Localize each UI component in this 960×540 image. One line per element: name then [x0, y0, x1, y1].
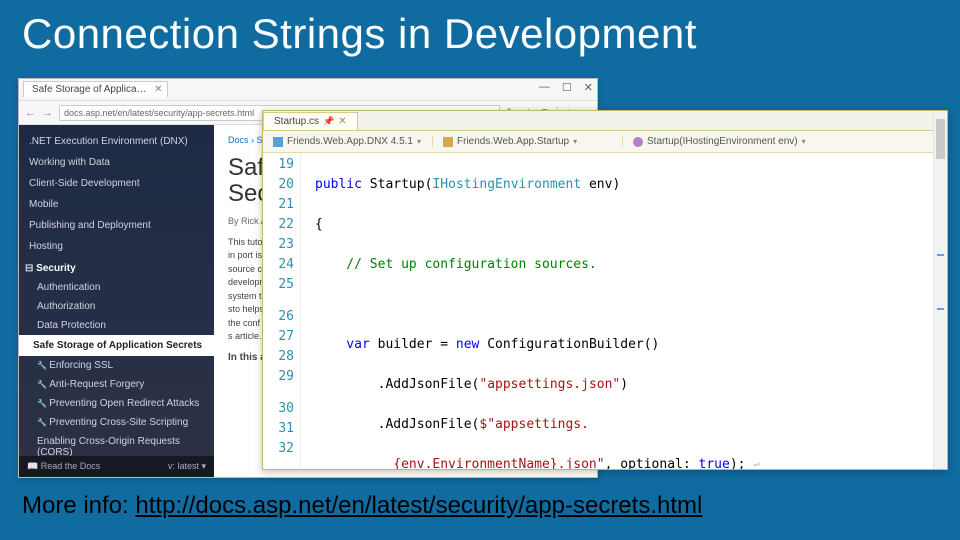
vs-tab-startup[interactable]: Startup.cs 📌 ✕ [263, 112, 358, 130]
tab-close-icon[interactable]: ✕ [154, 84, 162, 95]
code-body[interactable]: public Startup(IHostingEnvironment env) … [301, 153, 947, 469]
browser-titlebar: Safe Storage of Applica… ✕ — ☐ ✕ [19, 79, 597, 101]
sidebar-item[interactable]: Preventing Open Redirect Attacks [19, 394, 214, 413]
sidebar-item[interactable]: Mobile [19, 194, 214, 215]
scrollbar-mark [937, 308, 944, 310]
sidebar-item[interactable]: Client-Side Development [19, 173, 214, 194]
version-selector[interactable]: v: latest ▾ [168, 461, 206, 472]
sidebar-section-security[interactable]: Security [19, 257, 214, 278]
tab-close-icon[interactable]: ✕ [338, 116, 346, 127]
pin-icon[interactable]: 📌 [323, 116, 334, 127]
sidebar-item-auth[interactable]: Authentication [19, 278, 214, 297]
read-the-docs-label[interactable]: 📖 Read the Docs [27, 461, 100, 472]
browser-tab[interactable]: Safe Storage of Applica… ✕ [23, 81, 168, 97]
sidebar-item[interactable]: Working with Data [19, 152, 214, 173]
window-minimize-icon[interactable]: — [539, 81, 550, 94]
sidebar-item[interactable]: Hosting [19, 236, 214, 257]
sidebar-item[interactable]: Enforcing SSL [19, 356, 214, 375]
sidebar-item[interactable]: .NET Execution Environment (DNX) [19, 131, 214, 152]
sidebar-item-data-protection[interactable]: Data Protection [19, 316, 214, 335]
more-info-line: More info: http://docs.asp.net/en/latest… [22, 492, 702, 520]
sidebar-item[interactable]: Preventing Cross-Site Scripting [19, 413, 214, 432]
sidebar-item-authorization[interactable]: Authorization [19, 297, 214, 316]
slide-title: Connection Strings in Development [0, 0, 960, 62]
vs-tab-label: Startup.cs [274, 116, 319, 127]
more-info-link[interactable]: http://docs.asp.net/en/latest/security/a… [135, 492, 702, 519]
context-class[interactable]: Friends.Web.App.Startup▾ [433, 136, 623, 147]
sidebar-item[interactable]: Publishing and Deployment [19, 215, 214, 236]
visual-studio-editor: Startup.cs 📌 ✕ Friends.Web.App.DNX 4.5.1… [262, 110, 948, 470]
context-project[interactable]: Friends.Web.App.DNX 4.5.1▾ [263, 136, 433, 147]
line-gutter: 19202122232425 26272829 303132 [263, 153, 301, 469]
docs-sidebar: .NET Execution Environment (DNX) Working… [19, 125, 214, 477]
nav-back-icon[interactable]: ← [25, 107, 36, 119]
vertical-scrollbar[interactable] [933, 153, 947, 469]
window-close-icon[interactable]: ✕ [584, 81, 593, 94]
code-editor[interactable]: 19202122232425 26272829 303132 public St… [263, 153, 947, 469]
scrollbar-mark [937, 254, 944, 256]
nav-forward-icon[interactable]: → [42, 107, 53, 119]
window-maximize-icon[interactable]: ☐ [562, 81, 572, 94]
vs-context-bar: Friends.Web.App.DNX 4.5.1▾ Friends.Web.A… [263, 131, 947, 153]
wrap-glyph-icon: ↩ [753, 458, 760, 469]
context-method[interactable]: Startup(IHostingEnvironment env)▾ [623, 136, 947, 147]
vs-tab-strip: Startup.cs 📌 ✕ [263, 111, 947, 131]
sidebar-footer: 📖 Read the Docs v: latest ▾ [19, 456, 214, 477]
sidebar-item-active[interactable]: Safe Storage of Application Secrets [19, 335, 214, 356]
sidebar-item[interactable]: Anti-Request Forgery [19, 375, 214, 394]
scrollbar-thumb[interactable] [936, 153, 945, 159]
browser-tab-title: Safe Storage of Applica… [32, 84, 147, 95]
